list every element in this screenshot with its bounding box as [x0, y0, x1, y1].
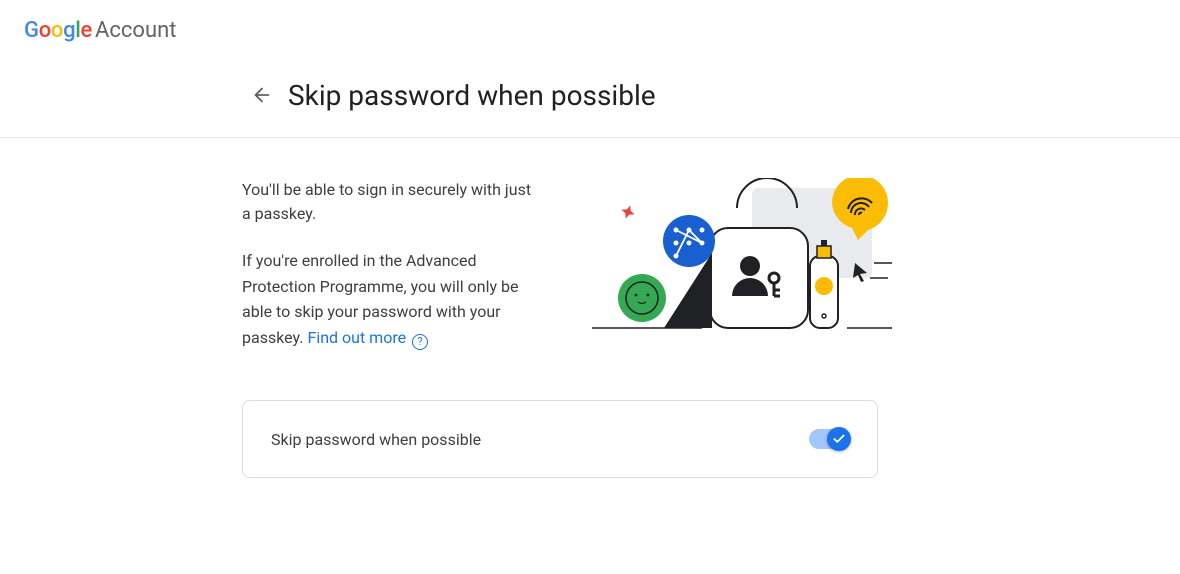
body-text: If you're enrolled in the Advanced Prote… — [242, 248, 542, 350]
skip-password-toggle-card: Skip password when possible — [242, 400, 878, 478]
lead-text: You'll be able to sign in securely with … — [242, 178, 542, 226]
page-header: Skip password when possible — [0, 55, 1180, 137]
arrow-left-icon — [251, 84, 273, 106]
back-button[interactable] — [242, 75, 282, 115]
skip-password-switch[interactable] — [809, 429, 849, 449]
check-icon — [832, 432, 846, 446]
page-title: Skip password when possible — [288, 79, 656, 112]
find-out-more-link[interactable]: Find out more — [307, 328, 406, 347]
topbar: Google Account — [0, 0, 1180, 55]
content-row: You'll be able to sign in securely with … — [0, 138, 1180, 350]
google-logo: Google — [24, 18, 92, 43]
passkey-illustration — [592, 178, 892, 338]
product-name: Account — [95, 18, 176, 43]
switch-thumb — [827, 427, 851, 451]
toggle-label: Skip password when possible — [271, 430, 481, 449]
description-column: You'll be able to sign in securely with … — [242, 178, 542, 350]
help-icon[interactable]: ? — [412, 334, 428, 350]
